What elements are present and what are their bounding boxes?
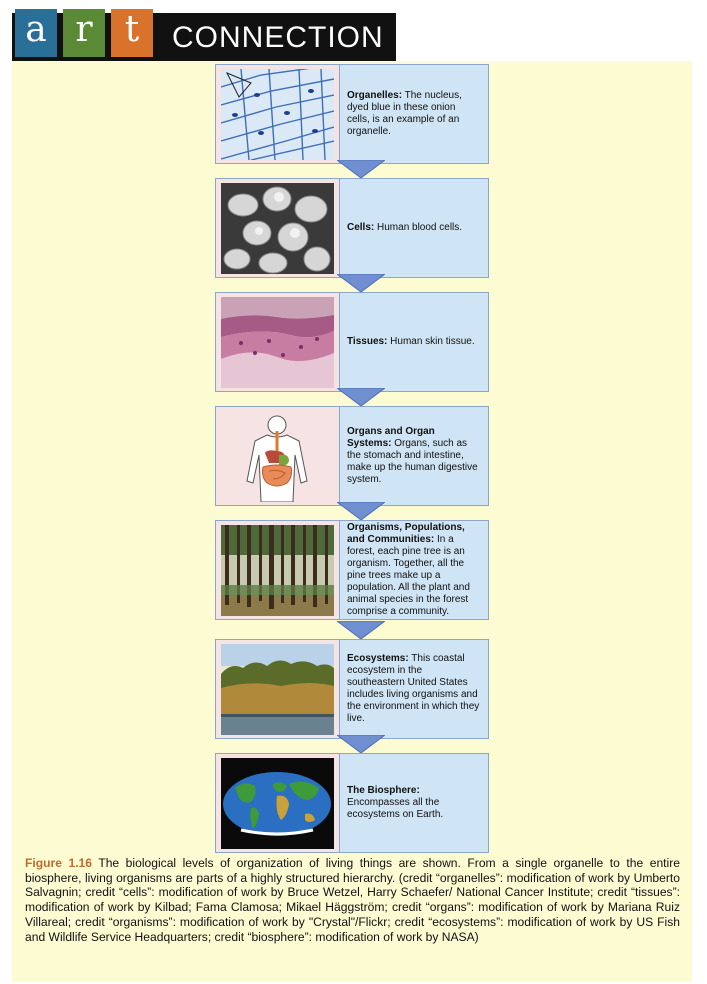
down-arrow-icon — [337, 735, 385, 753]
digestive-system-image — [215, 406, 339, 506]
level-biosphere: The Biosphere: Encompasses all the ecosy… — [215, 753, 489, 853]
level-ecosystems: Ecosystems: This coastal ecosystem in th… — [215, 639, 489, 739]
onion-cells-image — [215, 64, 339, 164]
level-organelles: Organelles: The nucleus, dyed blue in th… — [215, 64, 489, 164]
level-description: Cells: Human blood cells. — [339, 178, 489, 278]
banner-letter-t: t — [111, 9, 153, 57]
world-map-image — [215, 753, 339, 853]
level-tissues: Tissues: Human skin tissue. — [215, 292, 489, 392]
level-title: Ecosystems: — [347, 653, 409, 664]
down-arrow-icon — [337, 274, 385, 292]
level-description: Organelles: The nucleus, dyed blue in th… — [339, 64, 489, 164]
level-description: Tissues: Human skin tissue. — [339, 292, 489, 392]
caption-text: The biological levels of organization of… — [25, 856, 680, 944]
level-organs: Organs and Organ Systems: Organs, such a… — [215, 406, 489, 506]
figure-caption: Figure 1.16 The biological levels of org… — [25, 856, 680, 944]
pine-forest-image — [215, 520, 339, 620]
level-organisms: Organisms, Populations, and Communities:… — [215, 520, 489, 620]
level-description: Organs and Organ Systems: Organs, such a… — [339, 406, 489, 506]
down-arrow-icon — [337, 160, 385, 178]
down-arrow-icon — [337, 502, 385, 520]
level-text: In a forest, each pine tree is an organi… — [347, 534, 470, 617]
level-text: Human blood cells. — [374, 222, 463, 233]
level-text: Encompasses all the ecosystems on Earth. — [347, 797, 444, 820]
level-title: Tissues: — [347, 336, 388, 347]
level-description: Organisms, Populations, and Communities:… — [339, 520, 489, 620]
level-title: Cells: — [347, 222, 375, 233]
blood-cells-image — [215, 178, 339, 278]
banner-letter-r: r — [63, 9, 105, 57]
level-text: Human skin tissue. — [387, 336, 475, 347]
down-arrow-icon — [337, 621, 385, 639]
banner-word: CONNECTION — [172, 21, 384, 54]
coastal-ecosystem-image — [215, 639, 339, 739]
art-connection-banner: a r t CONNECTION — [12, 9, 396, 61]
level-description: Ecosystems: This coastal ecosystem in th… — [339, 639, 489, 739]
figure-label: Figure 1.16 — [25, 856, 93, 870]
level-cells: Cells: Human blood cells. — [215, 178, 489, 278]
banner-letter-a: a — [15, 9, 57, 57]
level-title: The Biosphere: — [347, 785, 420, 796]
skin-tissue-image — [215, 292, 339, 392]
level-title: Organelles: — [347, 90, 403, 101]
down-arrow-icon — [337, 388, 385, 406]
level-description: The Biosphere: Encompasses all the ecosy… — [339, 753, 489, 853]
